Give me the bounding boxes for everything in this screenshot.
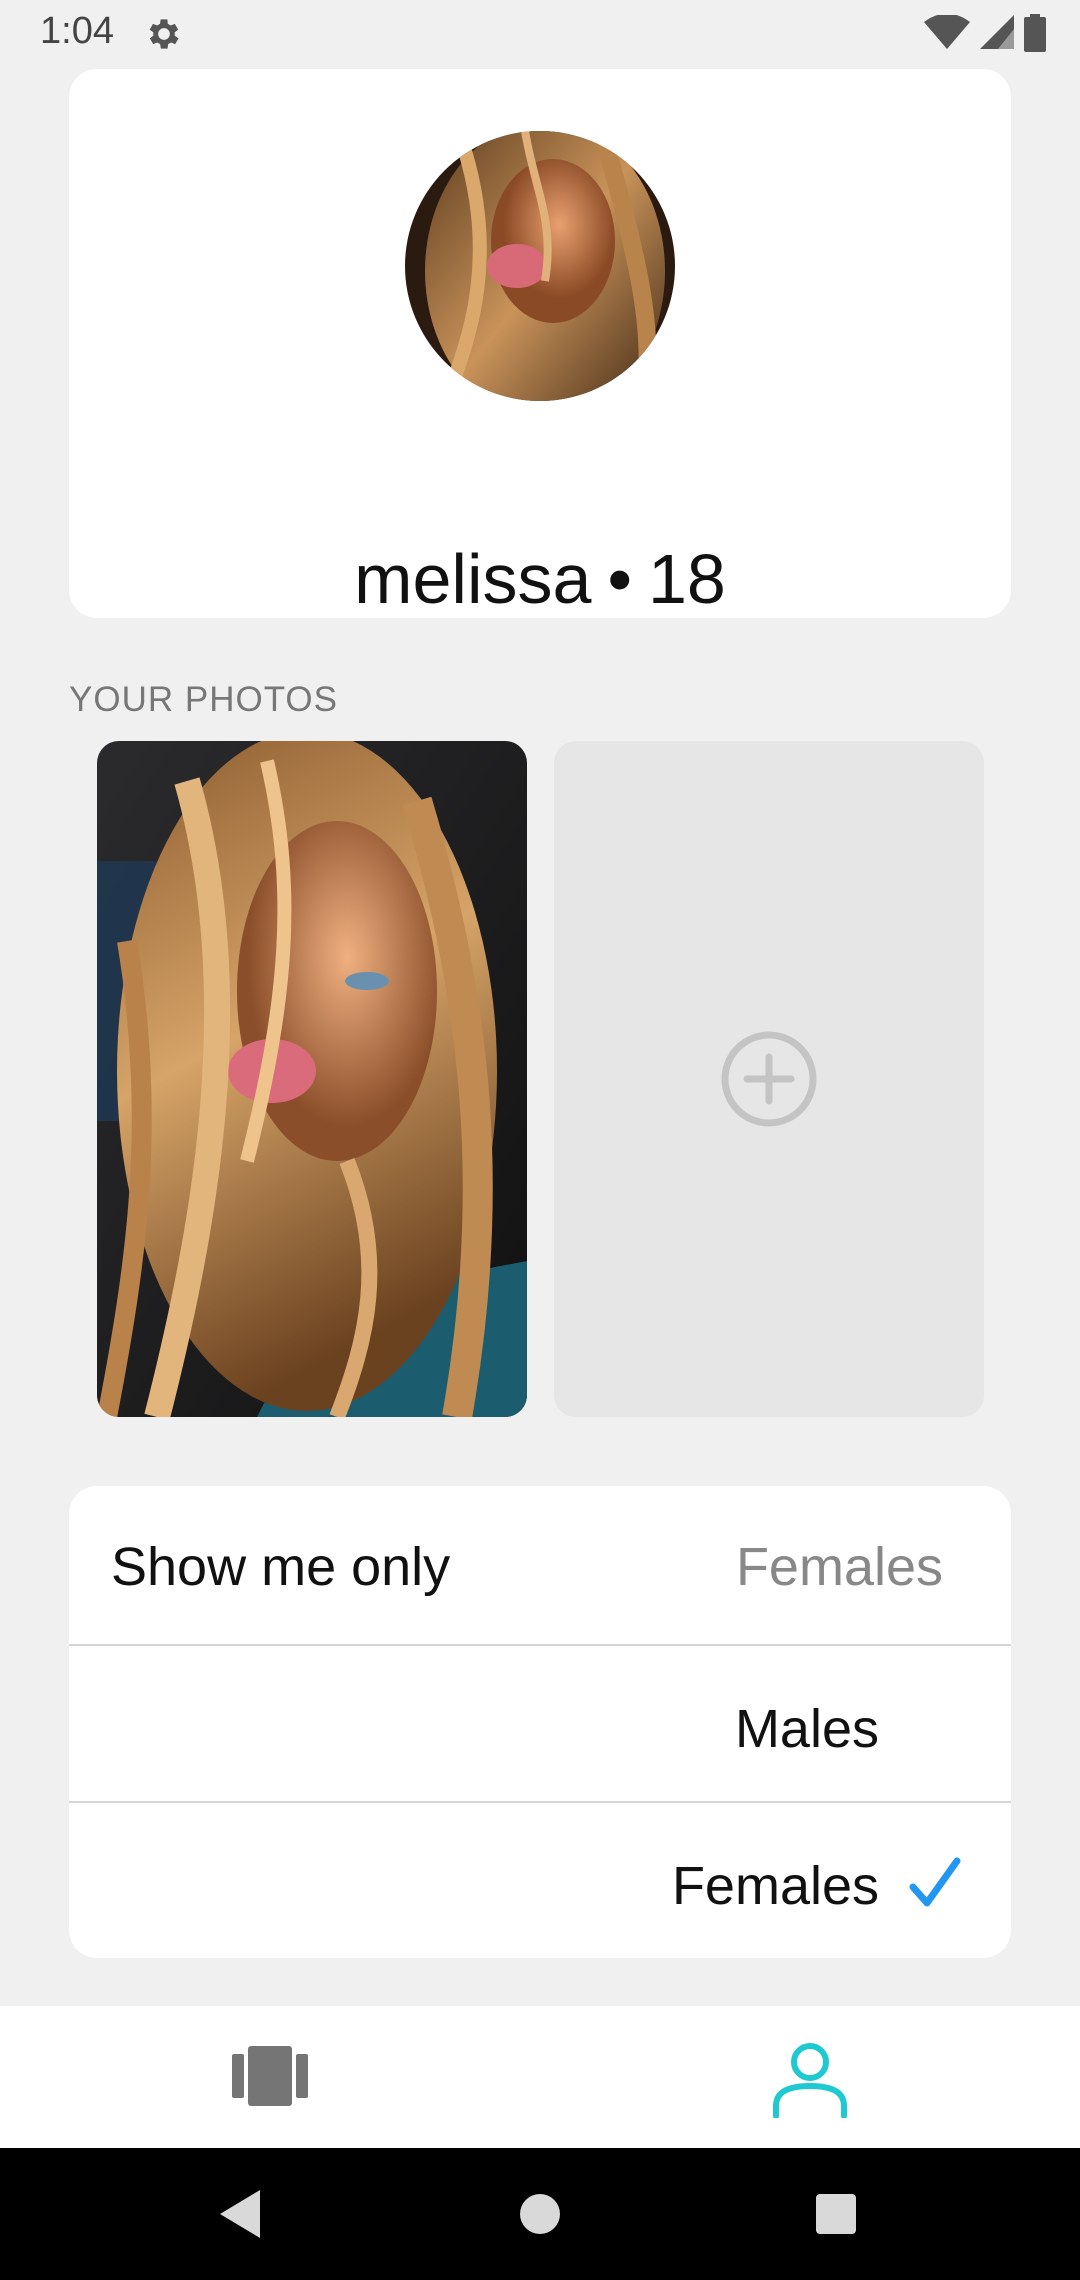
profile-card: melissa • 18 <box>69 69 1011 618</box>
profile-avatar[interactable] <box>405 131 675 401</box>
add-photo-slot[interactable] <box>554 741 984 1417</box>
person-icon[interactable] <box>770 2042 850 2118</box>
profile-name-text: melissa <box>354 540 592 618</box>
filter-current-value: Females <box>735 1537 943 1597</box>
recent-apps-icon[interactable] <box>816 2194 856 2234</box>
profile-name: melissa • 18 <box>69 539 1011 619</box>
settings-gear-icon <box>149 19 179 49</box>
status-bar: 1:04 <box>0 0 1080 66</box>
wifi-icon <box>924 15 970 49</box>
user-photo <box>97 741 527 1417</box>
cell-signal-icon <box>980 15 1014 49</box>
avatar-photo <box>405 131 675 401</box>
back-icon[interactable] <box>216 2188 264 2240</box>
photo-slot-1[interactable] <box>97 741 527 1417</box>
name-age-separator: • <box>607 540 632 618</box>
cards-stack-icon[interactable] <box>232 2046 308 2106</box>
option-males[interactable]: Males <box>69 1644 1011 1801</box>
show-me-filter-card: Show me only Females Males Females <box>69 1486 1011 1958</box>
plus-circle-icon[interactable] <box>719 1029 819 1129</box>
system-navigation-bar <box>0 2148 1080 2280</box>
filter-title: Show me only <box>111 1537 451 1597</box>
battery-icon <box>1024 14 1046 52</box>
option-females[interactable]: Females <box>69 1801 1011 1958</box>
status-icons <box>924 14 1046 52</box>
option-label-males: Males <box>734 1699 879 1759</box>
status-time: 1:04 <box>40 10 114 52</box>
bottom-navigation <box>0 2006 1080 2148</box>
show-me-only-row[interactable]: Show me only Females <box>69 1486 1011 1643</box>
checkmark-icon <box>909 1857 961 1907</box>
photos-section-label: YOUR PHOTOS <box>69 680 339 719</box>
home-icon[interactable] <box>520 2194 560 2234</box>
option-label-females: Females <box>671 1856 879 1916</box>
profile-age: 18 <box>647 540 726 618</box>
